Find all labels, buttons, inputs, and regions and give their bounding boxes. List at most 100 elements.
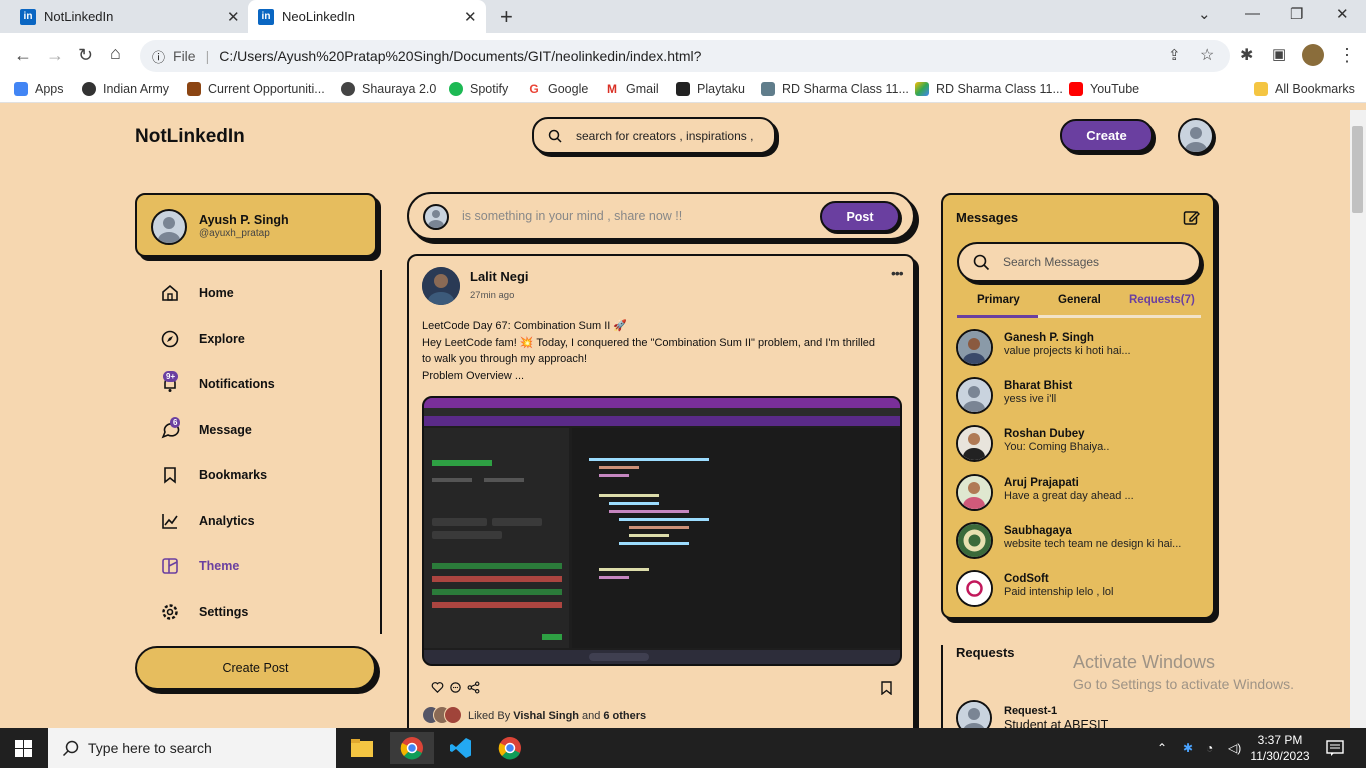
- composer-input[interactable]: is something in your mind , share now !!: [462, 209, 682, 223]
- share-icon[interactable]: ⇪: [1168, 46, 1181, 64]
- taskbar-search-placeholder: Type here to search: [88, 740, 212, 756]
- profile-avatar-icon[interactable]: [1302, 44, 1324, 66]
- tab-general[interactable]: General: [1058, 294, 1101, 306]
- scrollbar-thumb[interactable]: [1352, 126, 1363, 213]
- sidebar-item-bookmarks[interactable]: Bookmarks: [160, 463, 360, 487]
- close-window-button[interactable]: ✕: [1336, 5, 1349, 23]
- sidebar-item-analytics[interactable]: Analytics: [160, 509, 360, 533]
- chrome-icon[interactable]: [390, 732, 434, 764]
- post-image[interactable]: [422, 396, 902, 666]
- create-button[interactable]: Create: [1060, 119, 1153, 152]
- create-post-button[interactable]: Create Post: [135, 646, 376, 690]
- sidebar-item-label: Analytics: [199, 514, 255, 528]
- star-icon[interactable]: ☆: [1200, 45, 1214, 65]
- user-avatar[interactable]: [1178, 118, 1214, 154]
- close-tab-icon[interactable]: ✕: [464, 8, 477, 26]
- volume-icon[interactable]: ◁): [1228, 728, 1241, 768]
- post-author[interactable]: Lalit Negi: [470, 269, 529, 284]
- message-item[interactable]: Bharat Bhist yess ive i'll: [956, 377, 1206, 417]
- bookmark-shauraya[interactable]: Shauraya 2.0: [341, 82, 436, 96]
- profile-name: Ayush P. Singh: [199, 213, 289, 227]
- file-explorer-icon[interactable]: [340, 732, 384, 764]
- brand-logo[interactable]: NotLinkedIn: [135, 126, 245, 148]
- comment-icon[interactable]: [449, 681, 462, 694]
- close-tab-icon[interactable]: ✕: [227, 8, 240, 26]
- post-button[interactable]: Post: [820, 201, 900, 232]
- liked-user[interactable]: Vishal Singh: [513, 710, 579, 722]
- chrome-profile-icon[interactable]: [488, 732, 532, 764]
- bookmark-youtube[interactable]: YouTube: [1069, 82, 1139, 96]
- message-item[interactable]: Ganesh P. Singh value projects ki hoti h…: [956, 329, 1206, 369]
- home-button-icon[interactable]: ⌂: [110, 43, 121, 64]
- profile-card[interactable]: Ayush P. Singh @ayuxh_pratap: [135, 193, 377, 257]
- bookmark-apps[interactable]: Apps: [14, 82, 64, 96]
- tab-requests[interactable]: Requests(7): [1129, 294, 1195, 306]
- sidebar-item-theme[interactable]: Theme: [160, 554, 360, 578]
- sidepanel-icon[interactable]: ▣: [1272, 45, 1286, 63]
- new-tab-button[interactable]: +: [500, 4, 513, 30]
- url-field[interactable]: ⓘ File | C:/Users/Ayush%20Pratap%20Singh…: [140, 40, 1230, 72]
- share-icon[interactable]: [467, 681, 480, 694]
- sidebar-item-message[interactable]: 6 Message: [160, 417, 360, 442]
- windows-start-icon[interactable]: [15, 740, 32, 757]
- bookmark-current-opportunities[interactable]: Current Opportuniti...: [187, 82, 325, 96]
- reload-icon[interactable]: ↻: [78, 45, 93, 66]
- restore-button[interactable]: ❐: [1290, 5, 1303, 23]
- apps-grid-icon: [14, 82, 28, 96]
- bookmark-icon[interactable]: [880, 681, 893, 695]
- emblem-icon: [187, 82, 201, 96]
- sidebar-item-home[interactable]: Home: [160, 281, 360, 305]
- edit-icon[interactable]: [1183, 209, 1200, 226]
- message-preview: value projects ki hoti hai...: [1004, 345, 1131, 357]
- liked-others[interactable]: 6 others: [603, 710, 646, 722]
- tab-search-icon[interactable]: ⌄: [1198, 5, 1211, 23]
- all-bookmarks[interactable]: All Bookmarks: [1254, 82, 1355, 96]
- message-item[interactable]: Aruj Prajapati Have a great day ahead ..…: [956, 474, 1206, 514]
- vscode-icon[interactable]: [439, 732, 483, 764]
- creator-search-input[interactable]: search for creators , inspirations ,: [532, 117, 776, 154]
- bookmark-spotify[interactable]: Spotify: [449, 82, 508, 96]
- author-avatar[interactable]: [422, 267, 460, 305]
- messages-search-placeholder: Search Messages: [1003, 255, 1100, 269]
- tab-primary[interactable]: Primary: [977, 294, 1020, 306]
- browser-tab-notlinkedin[interactable]: in NotLinkedIn ✕: [20, 0, 245, 33]
- sidebar-item-notifications[interactable]: 9+ Notifications: [160, 371, 360, 396]
- heart-icon[interactable]: [431, 681, 444, 694]
- gmail-icon: M: [605, 82, 619, 96]
- sidebar-item-label: Home: [199, 286, 234, 300]
- active-tab-indicator: [957, 315, 1038, 318]
- bookmark-google[interactable]: G Google: [527, 82, 588, 96]
- sidebar-item-settings[interactable]: Settings: [160, 600, 360, 624]
- compass-icon: [160, 329, 180, 349]
- browser-tab-neolinkedin[interactable]: in NeoLinkedIn ✕: [248, 0, 486, 33]
- message-sender: Bharat Bhist: [1004, 380, 1073, 392]
- notification-center-icon[interactable]: [1326, 740, 1344, 757]
- more-options-icon[interactable]: •••: [891, 265, 904, 281]
- message-item[interactable]: Roshan Dubey You: Coming Bhaiya..: [956, 425, 1206, 465]
- bookmark-rd-sharma-1[interactable]: RD Sharma Class 11...: [761, 82, 909, 96]
- back-icon[interactable]: ←: [14, 45, 32, 66]
- sidebar-item-label: Notifications: [199, 377, 275, 391]
- bluetooth-icon[interactable]: ✱: [1183, 728, 1193, 768]
- forward-icon[interactable]: →: [46, 45, 64, 66]
- messages-search-input[interactable]: Search Messages: [957, 242, 1201, 282]
- menu-icon[interactable]: ⋮: [1338, 45, 1356, 66]
- avatar: [956, 377, 993, 414]
- extensions-icon[interactable]: ✱: [1240, 45, 1253, 65]
- activate-windows-watermark: Activate Windows Go to Settings to activ…: [1073, 652, 1294, 692]
- bookmark-gmail[interactable]: M Gmail: [605, 82, 659, 96]
- taskbar-search-input[interactable]: Type here to search: [48, 728, 336, 768]
- bookmark-indian-army[interactable]: Indian Army: [82, 82, 169, 96]
- minimize-button[interactable]: —: [1245, 5, 1260, 22]
- sidebar-item-label: Settings: [199, 605, 249, 619]
- tray-chevron-icon[interactable]: ⌃: [1157, 728, 1167, 768]
- taskbar-clock[interactable]: 3:37 PM 11/30/2023: [1250, 732, 1310, 764]
- bookmark-playtaku[interactable]: Playtaku: [676, 82, 745, 96]
- bookmark-rd-sharma-2[interactable]: RD Sharma Class 11...: [915, 82, 1063, 96]
- sidebar-item-explore[interactable]: Explore: [160, 327, 360, 351]
- message-item[interactable]: Saubhagaya website tech team ne design k…: [956, 522, 1206, 562]
- wifi-icon[interactable]: ◔: [1206, 728, 1213, 768]
- avatar: [956, 425, 993, 462]
- message-item[interactable]: CodSoft Paid intenship lelo , lol: [956, 570, 1206, 610]
- info-icon: ⓘ: [152, 49, 166, 65]
